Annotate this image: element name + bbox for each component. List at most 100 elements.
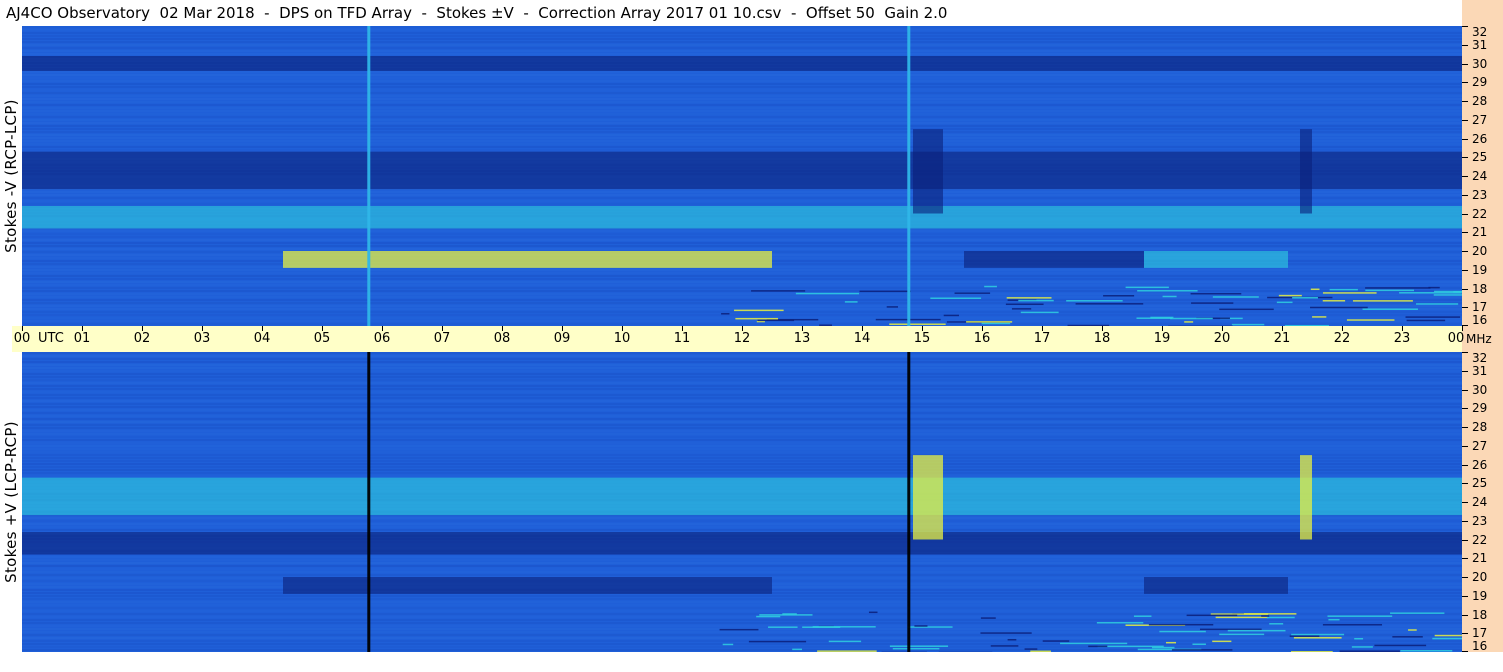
noise-streak (1137, 290, 1198, 292)
mhz-bottom-label: 19 (1472, 588, 1488, 603)
utc-tick-label: 18 (1093, 331, 1111, 346)
spectrogram-bottom-svg (22, 352, 1462, 652)
texture-stripe (22, 421, 1462, 423)
texture-stripe (22, 448, 1462, 450)
texture-stripe (22, 146, 1462, 148)
mhz-bottom-tick (1462, 595, 1468, 597)
spectrogram-top (22, 26, 1462, 326)
mhz-bottom-tick (1462, 445, 1468, 447)
mhz-top-label: 23 (1472, 187, 1488, 202)
noise-streak (1354, 637, 1364, 640)
texture-stripe (22, 601, 1462, 603)
noise-streak (1266, 616, 1295, 619)
noise-streak (954, 292, 991, 294)
texture-stripe (22, 385, 1462, 387)
band-hot (913, 455, 943, 540)
mhz-top-tick (1462, 269, 1468, 271)
noise-streak (1159, 630, 1206, 633)
utc-tick-label: 03 (193, 331, 211, 346)
texture-stripe (22, 427, 1462, 429)
noise-streak (1290, 651, 1333, 652)
texture-stripe (22, 110, 1462, 112)
texture-stripe (22, 649, 1462, 651)
texture-stripe (22, 83, 1462, 85)
band-bright (22, 206, 1462, 229)
noise-streak (1269, 623, 1284, 625)
texture-stripe (22, 290, 1462, 292)
mhz-top-tick (1462, 44, 1468, 46)
noise-streak (1362, 308, 1418, 310)
texture-stripe (22, 415, 1462, 417)
mhz-top-label: 21 (1472, 225, 1488, 240)
mhz-bottom-label: 30 (1472, 382, 1488, 397)
texture-stripe (22, 197, 1462, 199)
texture-stripe (22, 445, 1462, 447)
texture-stripe (22, 382, 1462, 384)
noise-streak (1406, 319, 1446, 322)
texture-stripe (22, 397, 1462, 399)
noise-streak (1374, 644, 1427, 647)
mhz-top-label: 26 (1472, 131, 1488, 146)
mhz-bottom-tick (1462, 483, 1468, 485)
noise-streak (751, 290, 806, 292)
utc-tick-label: 13 (793, 331, 811, 346)
mhz-bottom-label: 20 (1472, 570, 1488, 584)
noise-streak (1125, 286, 1169, 289)
band-dark (22, 151, 1462, 190)
noise-streak (1352, 300, 1413, 302)
noise-streak (735, 317, 779, 320)
noise-streak (1215, 616, 1269, 619)
texture-stripe (22, 472, 1462, 474)
utc-tick-label: 21 (1273, 331, 1291, 346)
texture-stripe (22, 562, 1462, 564)
texture-stripe (22, 529, 1462, 531)
mhz-top-label: 27 (1472, 112, 1488, 127)
utc-tick-label: 00 (1447, 331, 1465, 346)
utc-tick-label: 20 (1213, 331, 1231, 346)
chart-title: AJ4CO Observatory 02 Mar 2018 - DPS on T… (6, 4, 948, 22)
mhz-top-tick (1462, 232, 1468, 234)
texture-stripe (22, 469, 1462, 471)
event-line (367, 26, 371, 326)
texture-stripe (22, 367, 1462, 369)
mhz-top-label: 25 (1472, 150, 1488, 165)
utc-tick-label: 14 (853, 331, 871, 346)
mhz-top-label: 30 (1472, 56, 1488, 71)
noise-streak (1096, 622, 1144, 624)
texture-stripe (22, 355, 1462, 357)
texture-stripe (22, 38, 1462, 40)
noise-streak (1212, 296, 1259, 298)
noise-streak (1327, 615, 1393, 617)
mhz-bottom-tick (1462, 464, 1468, 466)
texture-stripe (22, 568, 1462, 570)
texture-stripe (22, 80, 1462, 82)
noise-streak (1312, 316, 1327, 318)
noise-streak (1103, 295, 1135, 297)
mhz-bottom-tick (1462, 539, 1468, 541)
utc-tick-label: 22 (1333, 331, 1351, 346)
texture-stripe (22, 373, 1462, 375)
texture-stripe (22, 305, 1462, 307)
noise-streak (1276, 301, 1293, 304)
noise-streak (1006, 297, 1052, 299)
texture-stripe (22, 595, 1462, 597)
noise-streak (1011, 308, 1032, 310)
texture-stripe (22, 571, 1462, 573)
texture-stripe (22, 98, 1462, 100)
texture-stripe (22, 433, 1462, 435)
texture-stripe (22, 619, 1462, 621)
mhz-top-tick (1462, 194, 1468, 196)
texture-stripe (22, 113, 1462, 115)
texture-stripe (22, 403, 1462, 405)
mhz-bottom-tick (1462, 651, 1468, 652)
texture-stripe (22, 314, 1462, 316)
mhz-bottom-label: 22 (1472, 532, 1488, 547)
noise-streak (1136, 317, 1173, 319)
mhz-bottom-tick (1462, 577, 1468, 578)
texture-stripe (22, 640, 1462, 642)
texture-stripe (22, 643, 1462, 645)
texture-stripe (22, 622, 1462, 624)
utc-tick-label: 08 (493, 331, 511, 346)
noise-streak (1066, 300, 1123, 302)
utc-tick-label: 16 (973, 331, 991, 346)
